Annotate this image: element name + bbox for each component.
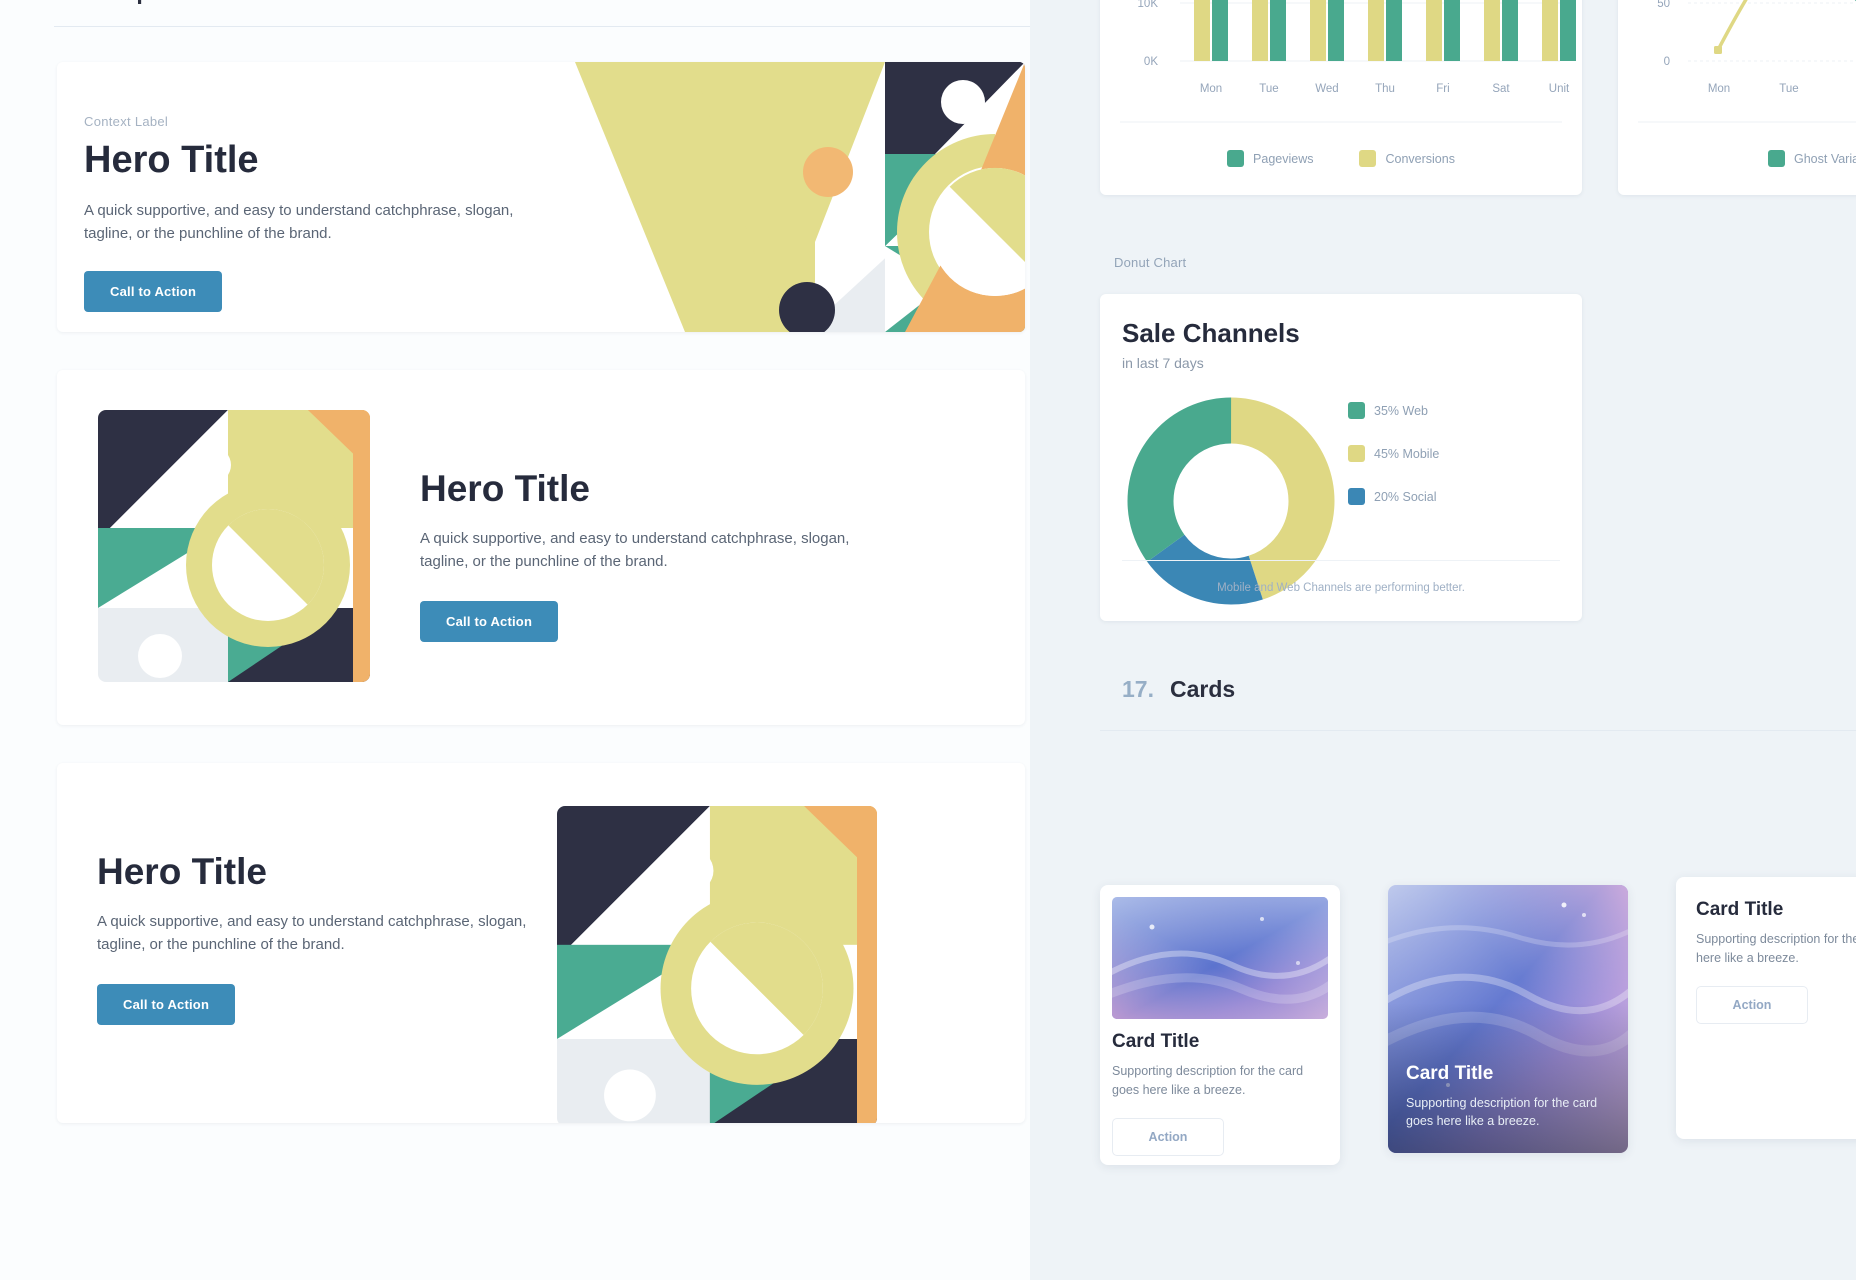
legend-label-social: 20% Social bbox=[1374, 489, 1437, 504]
donut-chart-panel: Sale Channels in last 7 days 35% Web 45%… bbox=[1100, 294, 1582, 621]
cards-section-divider bbox=[1100, 730, 1856, 731]
svg-text:Wed: Wed bbox=[1315, 83, 1338, 95]
hero-1-title: Hero Title bbox=[84, 139, 259, 181]
svg-text:Thu: Thu bbox=[1375, 83, 1395, 95]
donut-title: Sale Channels bbox=[1122, 318, 1300, 348]
legend-label-pageviews: Pageviews bbox=[1253, 151, 1314, 166]
hero-banner-2: Hero Title A quick supportive, and easy … bbox=[57, 370, 1025, 725]
cards-section-title: Cards bbox=[1169, 676, 1236, 702]
card-2[interactable]: Card Title Supporting description for th… bbox=[1388, 885, 1628, 1153]
svg-text:50: 50 bbox=[1657, 0, 1670, 10]
hero-2-media bbox=[98, 410, 370, 682]
legend-label-web: 35% Web bbox=[1374, 403, 1428, 418]
hero-banner-3: Hero Title A quick supportive, and easy … bbox=[57, 763, 1025, 1123]
hero-3-media bbox=[557, 806, 877, 1123]
legend-swatch-web bbox=[1348, 402, 1365, 419]
hero-2-cta-wrap: Call to Action bbox=[420, 601, 870, 643]
hero-1-text: Context Label Hero Title A quick support… bbox=[84, 114, 514, 313]
donut-subtitle: in last 7 days bbox=[1122, 355, 1204, 371]
hero-2-cta-button[interactable]: Call to Action bbox=[420, 601, 559, 643]
card-2-description: Supporting description for the card goes… bbox=[1406, 1095, 1598, 1129]
legend-item-ghost-variant[interactable]: Ghost Variant bbox=[1768, 150, 1856, 167]
svg-text:0: 0 bbox=[1664, 56, 1670, 68]
left-column: 15. Flaps bbox=[0, 0, 1030, 1280]
svg-text:0K: 0K bbox=[1144, 56, 1158, 68]
svg-text:10K: 10K bbox=[1138, 0, 1159, 10]
bar-chart-legend: Pageviews Conversions bbox=[1100, 150, 1582, 167]
hero-3-title: Hero Title bbox=[97, 851, 267, 892]
svg-text:Fri: Fri bbox=[1436, 83, 1449, 95]
hero-3-subtitle: A quick supportive, and easy to understa… bbox=[97, 912, 527, 954]
hero-geometric-art-1-overlay bbox=[780, 62, 1025, 332]
hero-2-title: Hero Title bbox=[420, 468, 590, 509]
page-root: 15. Flaps bbox=[0, 0, 1856, 1280]
hero-3-text: Hero Title A quick supportive, and easy … bbox=[97, 851, 527, 1026]
card-1-body: Card Title Supporting description for th… bbox=[1112, 1031, 1326, 1156]
legend-label-mobile: 45% Mobile bbox=[1374, 446, 1440, 461]
card-1-image bbox=[1112, 897, 1328, 1019]
legend-item-social[interactable]: 20% Social bbox=[1348, 488, 1439, 505]
donut-divider bbox=[1122, 560, 1560, 561]
card-1-description: Supporting description for the card goes… bbox=[1112, 1064, 1304, 1097]
hero-3-cta-wrap: Call to Action bbox=[97, 984, 527, 1026]
legend-label-conversions: Conversions bbox=[1385, 151, 1455, 166]
section-heading-cards: 17. Cards bbox=[1122, 676, 1235, 703]
card-3-body: Card Title Supporting description for th… bbox=[1696, 899, 1856, 1024]
bar-chart-panel: 20K 10K 0K Mon Tue Wed Thu bbox=[1100, 0, 1582, 195]
legend-swatch-pageviews bbox=[1227, 150, 1245, 167]
hero-1-cta-wrap: Call to Action bbox=[84, 271, 514, 313]
legend-swatch-mobile bbox=[1348, 445, 1365, 462]
donut-legend: 35% Web 45% Mobile 20% Social bbox=[1348, 402, 1439, 531]
hero-2-text: Hero Title A quick supportive, and easy … bbox=[420, 468, 870, 643]
card-1-title: Card Title bbox=[1112, 1031, 1200, 1052]
hero-geometric-art-2 bbox=[98, 410, 370, 682]
legend-swatch-conversions bbox=[1359, 150, 1377, 167]
legend-item-conversions[interactable]: Conversions bbox=[1359, 150, 1455, 167]
card-3[interactable]: Card Title Supporting description for th… bbox=[1676, 877, 1856, 1139]
svg-text:Tue: Tue bbox=[1779, 83, 1798, 95]
hero-2-subtitle: A quick supportive, and easy to understa… bbox=[420, 529, 850, 571]
card-2-title: Card Title bbox=[1406, 1062, 1494, 1084]
svg-text:Mon: Mon bbox=[1708, 83, 1730, 95]
section-title: Flaps bbox=[103, 0, 164, 4]
card-3-title: Card Title bbox=[1696, 899, 1784, 920]
hero-3-cta-button[interactable]: Call to Action bbox=[97, 984, 236, 1026]
svg-text:Tue: Tue bbox=[1259, 83, 1278, 95]
hero-1-cta-button[interactable]: Call to Action bbox=[84, 271, 223, 313]
donut-header: Sale Channels in last 7 days bbox=[1122, 318, 1300, 371]
legend-item-web[interactable]: 35% Web bbox=[1348, 402, 1439, 419]
line-chart-panel: 100 50 0 Mon Tue Wed Ghost Variant bbox=[1618, 0, 1856, 195]
legend-item-mobile[interactable]: 45% Mobile bbox=[1348, 445, 1439, 462]
cards-section-number: 17. bbox=[1122, 676, 1154, 702]
card-3-action-button[interactable]: Action bbox=[1696, 985, 1808, 1024]
svg-text:Sat: Sat bbox=[1492, 83, 1510, 95]
legend-swatch-social bbox=[1348, 488, 1365, 505]
card-2-body: Card Title Supporting description for th… bbox=[1406, 1063, 1612, 1132]
legend-item-pageviews[interactable]: Pageviews bbox=[1227, 150, 1313, 167]
legend-label-ghost-variant: Ghost Variant bbox=[1794, 151, 1856, 166]
hero-banner-1: Context Label Hero Title A quick support… bbox=[57, 62, 1025, 332]
svg-text:Mon: Mon bbox=[1200, 83, 1222, 95]
section-number: 15. bbox=[54, 0, 87, 4]
section-heading-flaps: 15. Flaps bbox=[54, 0, 164, 5]
hero-geometric-art-3 bbox=[557, 806, 877, 1123]
donut-footnote: Mobile and Web Channels are performing b… bbox=[1217, 582, 1465, 594]
hero-1-subtitle: A quick supportive, and easy to understa… bbox=[84, 201, 514, 243]
line-chart-legend: Ghost Variant bbox=[1768, 150, 1856, 167]
hero-1-context-label: Context Label bbox=[84, 114, 169, 129]
bar-chart-svg: 20K 10K 0K Mon Tue Wed Thu bbox=[1120, 0, 1576, 123]
card-1-action-button[interactable]: Action bbox=[1112, 1117, 1224, 1156]
card-1[interactable]: Card Title Supporting description for th… bbox=[1100, 885, 1340, 1165]
donut-panel-tag: Donut Chart bbox=[1114, 255, 1187, 270]
card-3-description: Supporting description for the card goes… bbox=[1696, 932, 1856, 965]
line-chart-svg: 100 50 0 Mon Tue Wed bbox=[1638, 0, 1856, 123]
legend-swatch-ghost-variant bbox=[1768, 150, 1785, 167]
svg-text:Unit: Unit bbox=[1549, 83, 1570, 95]
section-divider bbox=[54, 26, 1030, 27]
